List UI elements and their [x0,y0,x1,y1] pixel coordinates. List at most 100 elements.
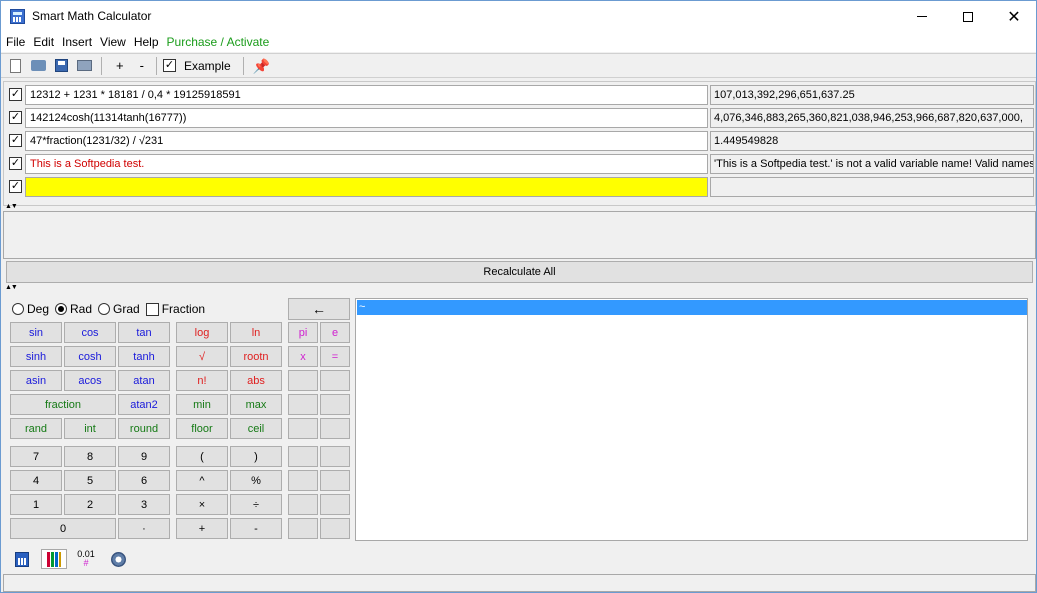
menu-file[interactable]: File [6,35,25,49]
tab-settings[interactable] [105,549,131,569]
key-empty[interactable] [288,394,318,415]
key-e[interactable]: e [320,322,350,343]
key-rootn[interactable]: rootn [230,346,282,367]
key-abs[interactable]: abs [230,370,282,391]
key-ln[interactable]: ln [230,322,282,343]
key-empty[interactable] [288,470,318,491]
key-empty[interactable] [320,518,350,539]
key-floor[interactable]: floor [176,418,228,439]
close-button[interactable]: ✕ [991,1,1036,32]
deg-radio[interactable] [12,303,24,315]
key-x[interactable]: x [288,346,318,367]
key-atan2[interactable]: atan2 [118,394,170,415]
key-divide[interactable]: ÷ [230,494,282,515]
menu-insert[interactable]: Insert [62,35,92,49]
key-3[interactable]: 3 [118,494,170,515]
pin-button[interactable]: 📌 [250,56,270,76]
key-8[interactable]: 8 [64,446,116,467]
key-sinh[interactable]: sinh [10,346,62,367]
key-empty[interactable] [288,494,318,515]
new-button[interactable] [5,56,25,76]
expression-checkbox[interactable]: ✓ [9,134,22,147]
key-fraction[interactable]: fraction [10,394,116,415]
key-empty[interactable] [320,394,350,415]
key-power[interactable]: ^ [176,470,228,491]
recalculate-all-button[interactable]: Recalculate All [6,261,1033,283]
key-empty[interactable] [288,446,318,467]
key-decimal[interactable]: · [118,518,170,539]
selected-list-item[interactable]: ~ [357,300,1027,315]
key-int[interactable]: int [64,418,116,439]
expression-input-active[interactable] [25,177,708,197]
key-factorial[interactable]: n! [176,370,228,391]
key-percent[interactable]: % [230,470,282,491]
key-5[interactable]: 5 [64,470,116,491]
notes-area[interactable] [3,211,1036,259]
key-empty[interactable] [288,518,318,539]
key-rparen[interactable]: ) [230,446,282,467]
rad-radio[interactable] [55,303,68,315]
key-4[interactable]: 4 [10,470,62,491]
open-button[interactable] [28,56,48,76]
example-checkbox[interactable]: ✓ [162,59,176,72]
key-2[interactable]: 2 [64,494,116,515]
expression-checkbox[interactable]: ✓ [9,180,22,193]
key-empty[interactable] [320,370,350,391]
key-log[interactable]: log [176,322,228,343]
key-empty[interactable] [320,418,350,439]
grad-radio[interactable] [98,303,111,315]
key-tan[interactable]: tan [118,322,170,343]
remove-row-button[interactable]: - [140,58,144,73]
minimize-button[interactable] [899,1,945,32]
key-tanh[interactable]: tanh [118,346,170,367]
key-empty[interactable] [320,446,350,467]
key-1[interactable]: 1 [10,494,62,515]
mode-rad[interactable]: Rad [55,302,92,316]
function-list[interactable]: ~ [355,298,1028,541]
key-round[interactable]: round [118,418,170,439]
key-9[interactable]: 9 [118,446,170,467]
key-equals[interactable]: = [320,346,350,367]
key-sqrt[interactable]: √ [176,346,228,367]
maximize-button[interactable] [945,1,991,32]
add-row-button[interactable]: + [116,58,124,73]
menu-purchase-activate[interactable]: Purchase / Activate [167,35,270,49]
key-atan[interactable]: atan [118,370,170,391]
key-empty[interactable] [320,494,350,515]
key-subtract[interactable]: - [230,518,282,539]
key-sin[interactable]: sin [10,322,62,343]
expression-input[interactable]: This is a Softpedia test. [25,154,708,174]
expression-input[interactable]: 12312 + 1231 * 18181 / 0,4 * 19125918591 [25,85,708,105]
key-add[interactable]: + [176,518,228,539]
key-pi[interactable]: pi [288,322,318,343]
key-empty[interactable] [288,370,318,391]
expression-checkbox[interactable]: ✓ [9,111,22,124]
key-asin[interactable]: asin [10,370,62,391]
expression-input[interactable]: 47*fraction(1231/32) / √231 [25,131,708,151]
menu-help[interactable]: Help [134,35,159,49]
key-7[interactable]: 7 [10,446,62,467]
tab-library[interactable] [41,549,67,569]
key-lparen[interactable]: ( [176,446,228,467]
key-rand[interactable]: rand [10,418,62,439]
key-multiply[interactable]: × [176,494,228,515]
key-acos[interactable]: acos [64,370,116,391]
print-button[interactable] [74,56,94,76]
tab-number-format[interactable]: 0.01 # [73,549,99,569]
mode-deg[interactable]: Deg [12,302,49,316]
splitter-handle[interactable]: ▲▼ [5,284,18,291]
key-min[interactable]: min [176,394,228,415]
mode-grad[interactable]: Grad [98,302,140,316]
mode-fraction[interactable]: Fraction [145,302,205,316]
save-button[interactable] [51,56,71,76]
fraction-checkbox[interactable] [145,302,159,316]
key-ceil[interactable]: ceil [230,418,282,439]
key-empty[interactable] [320,470,350,491]
expression-checkbox[interactable]: ✓ [9,157,22,170]
key-cosh[interactable]: cosh [64,346,116,367]
key-6[interactable]: 6 [118,470,170,491]
key-cos[interactable]: cos [64,322,116,343]
expression-checkbox[interactable]: ✓ [9,88,22,101]
expression-input[interactable]: 142124cosh(11314tanh(16777)) [25,108,708,128]
menu-view[interactable]: View [100,35,126,49]
